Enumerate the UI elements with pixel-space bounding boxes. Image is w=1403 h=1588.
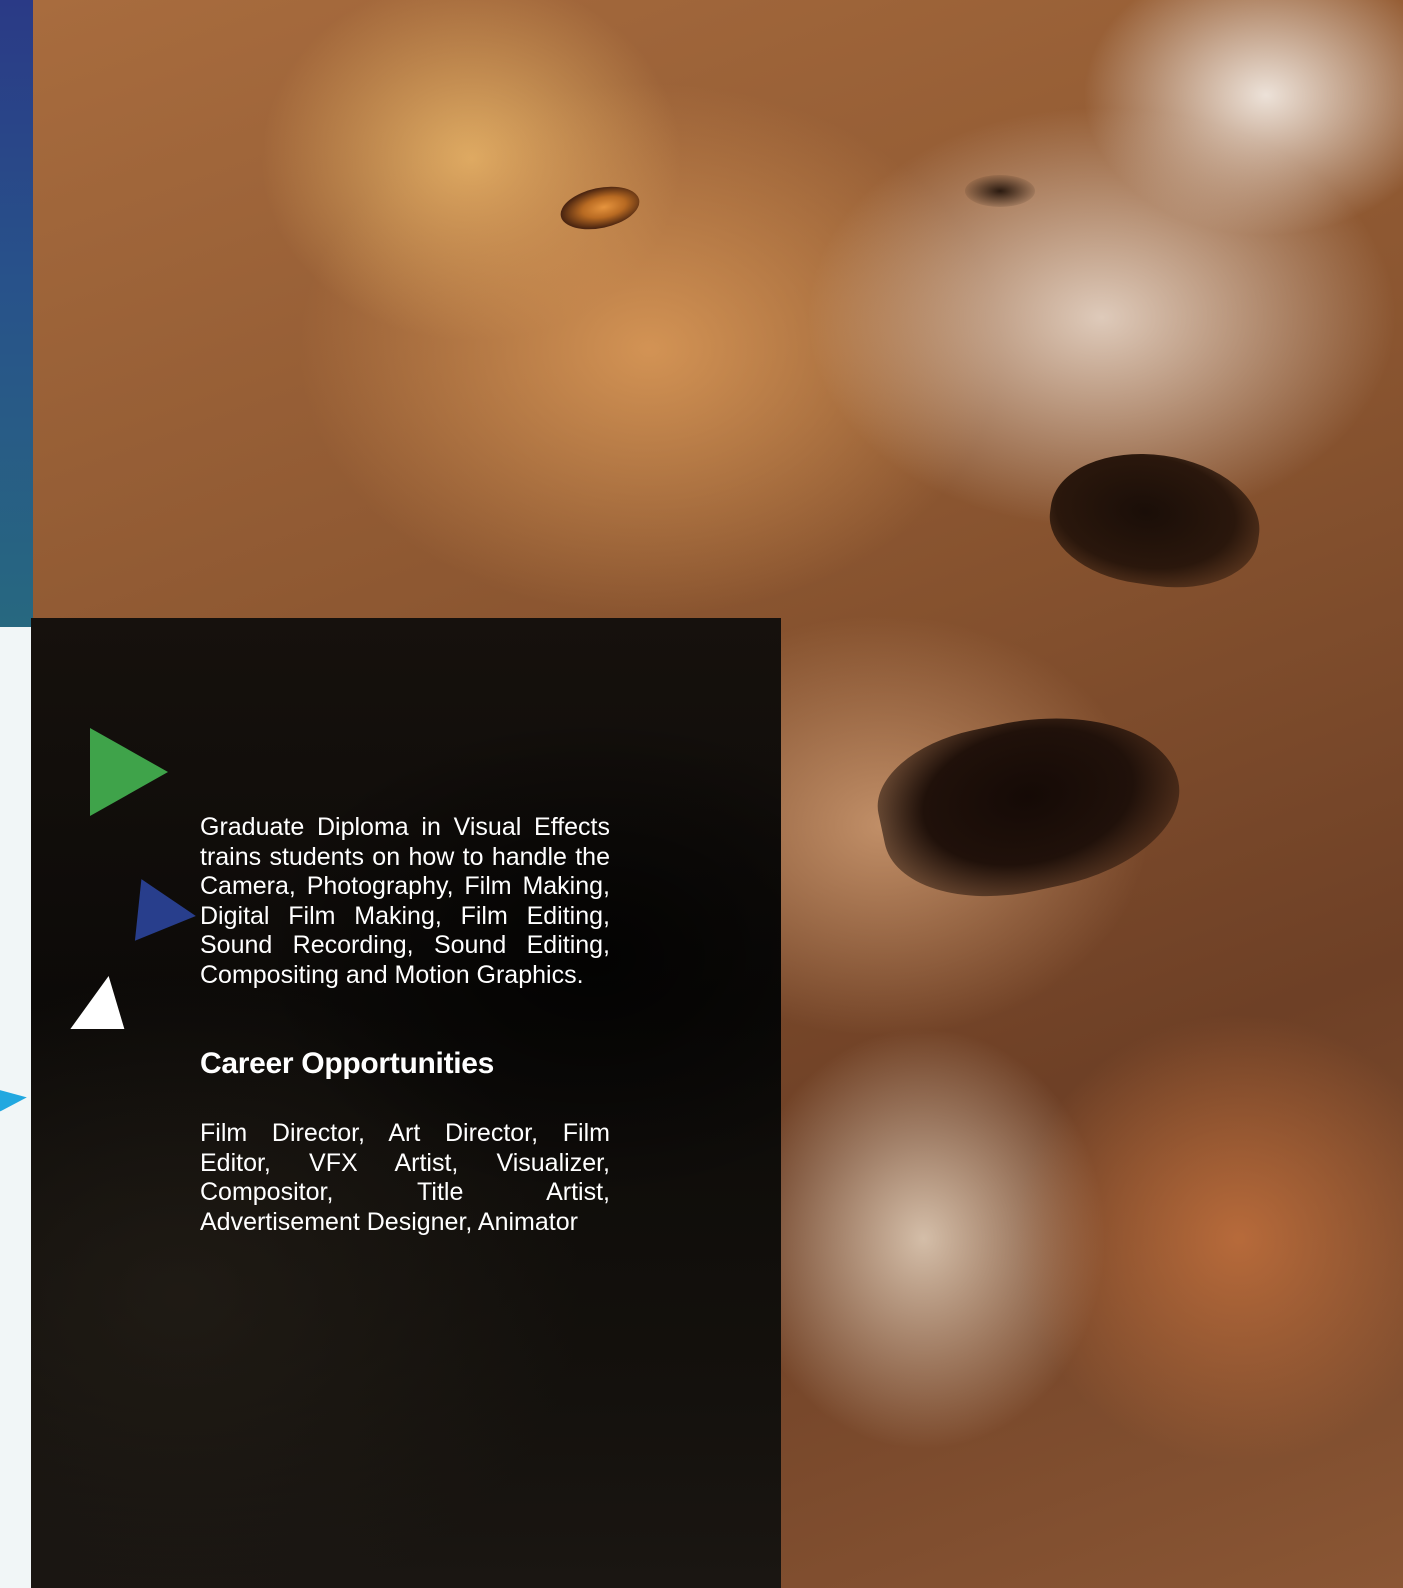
career-list: Film Director, Art Director, Film Editor… (200, 1119, 610, 1236)
left-blue-strip (0, 0, 33, 627)
career-heading: Career Opportunities (200, 1047, 495, 1080)
program-description: Graduate Diploma in Visual Effects train… (200, 813, 610, 989)
white-triangle-icon (70, 976, 136, 1029)
lion-far-eye (965, 175, 1035, 207)
green-triangle-icon (90, 728, 168, 816)
blue-triangle-icon (134, 879, 200, 947)
brochure-page: Graduate Diploma in Visual Effects train… (0, 0, 1403, 1588)
